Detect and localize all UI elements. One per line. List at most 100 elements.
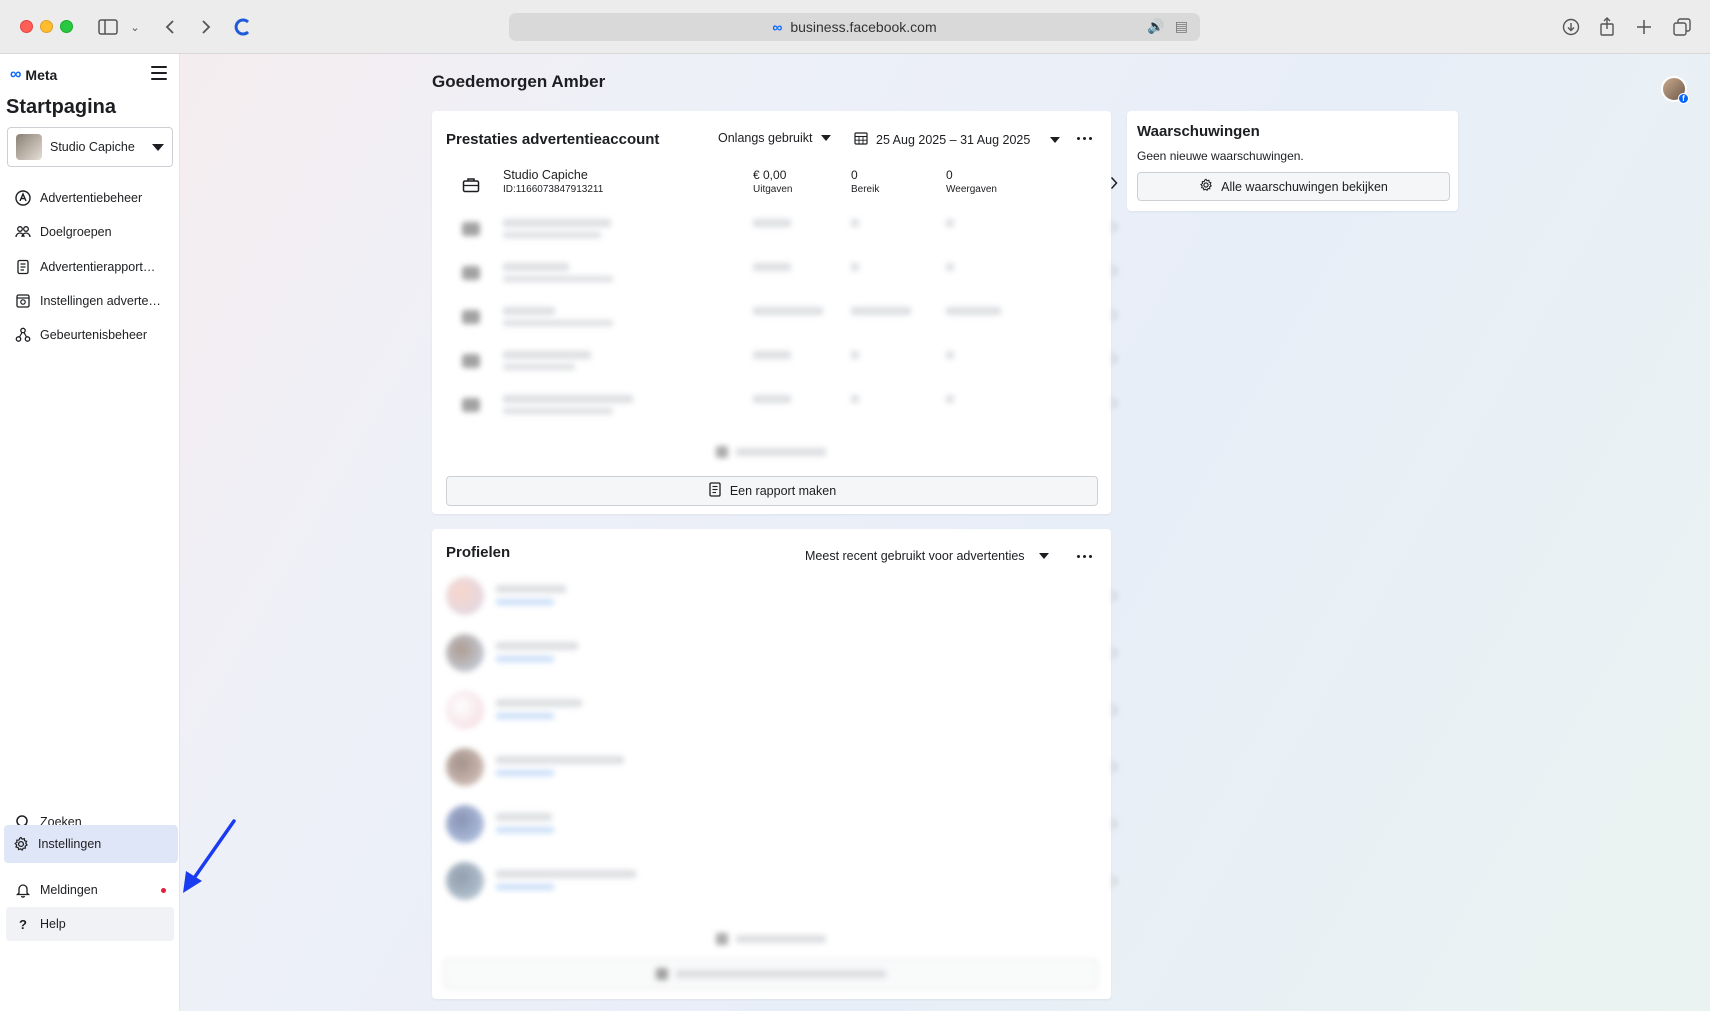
dropdown-label: Onlangs gebruikt bbox=[718, 131, 813, 145]
gear-icon bbox=[1199, 178, 1213, 195]
show-more-link[interactable] bbox=[716, 446, 826, 458]
notification-dot bbox=[161, 888, 166, 893]
ad-account-row[interactable] bbox=[446, 384, 1118, 424]
address-bar[interactable]: ∞ business.facebook.com 🔊 ▤ bbox=[509, 13, 1200, 41]
caret-down-icon bbox=[1038, 553, 1049, 559]
profiles-card: Profielen Meest recent gebruikt voor adv… bbox=[432, 529, 1118, 999]
date-range-picker[interactable]: 25 Aug 2025 – 31 Aug 2025 bbox=[854, 131, 1061, 148]
profile-sort-dropdown[interactable]: Meest recent gebruikt voor advertenties bbox=[805, 549, 1049, 563]
caret-down-icon bbox=[152, 143, 164, 151]
chevron-down-icon[interactable]: ⌄ bbox=[128, 14, 142, 40]
downloads-icon[interactable] bbox=[1560, 14, 1582, 40]
sidebar-item-label: Doelgroepen bbox=[40, 225, 112, 239]
create-report-button[interactable]: Een rapport maken bbox=[446, 476, 1098, 506]
meta-logo[interactable]: ∞ Meta bbox=[10, 66, 57, 84]
warnings-card: Waarschuwingen Geen nieuwe waarschuwinge… bbox=[1127, 111, 1458, 211]
events-manager-icon bbox=[14, 326, 32, 344]
ad-account-row[interactable] bbox=[446, 252, 1118, 292]
sidebar-item-label: Meldingen bbox=[40, 883, 98, 897]
menu-icon[interactable] bbox=[151, 66, 167, 80]
share-icon[interactable] bbox=[1596, 14, 1618, 40]
minimize-window-button[interactable] bbox=[40, 20, 53, 33]
ad-account-row[interactable] bbox=[446, 340, 1118, 380]
forward-button[interactable] bbox=[196, 14, 216, 40]
sidebar-item-label: Gebeurtenisbeheer bbox=[40, 328, 148, 342]
account-avatar bbox=[16, 134, 42, 160]
ad-settings-icon bbox=[14, 292, 32, 310]
reach-value: 0 bbox=[851, 168, 858, 182]
profile-row[interactable] bbox=[446, 799, 1118, 849]
reader-icon[interactable]: ▤ bbox=[1175, 18, 1188, 35]
view-all-in-settings-button[interactable] bbox=[444, 959, 1098, 989]
dropdown-label: Meest recent gebruikt voor advertenties bbox=[805, 549, 1025, 563]
profile-row[interactable] bbox=[446, 571, 1118, 621]
page-title: Startpagina bbox=[6, 96, 117, 118]
bell-icon bbox=[14, 881, 32, 899]
browser-toolbar: ⌄ ∞ business.facebook.com 🔊 ▤ bbox=[0, 0, 1710, 54]
gear-icon bbox=[12, 835, 30, 853]
recently-used-dropdown[interactable]: Onlangs gebruikt bbox=[718, 131, 831, 145]
caret-down-icon bbox=[1050, 136, 1061, 143]
more-options-icon[interactable] bbox=[1077, 555, 1092, 558]
sidebar-item-label: Advertentierapport… bbox=[40, 260, 156, 274]
spend-label: Uitgaven bbox=[753, 184, 793, 195]
caret-down-icon bbox=[820, 135, 831, 141]
show-more-link[interactable] bbox=[716, 933, 826, 945]
profile-row[interactable] bbox=[446, 628, 1118, 678]
date-range-label: 25 Aug 2025 – 31 Aug 2025 bbox=[876, 132, 1031, 147]
ad-account-row[interactable]: Studio Capiche ID:1166073847913211 € 0,0… bbox=[446, 164, 1118, 204]
close-window-button[interactable] bbox=[20, 20, 33, 33]
new-tab-icon[interactable] bbox=[1633, 14, 1655, 40]
user-avatar[interactable]: f bbox=[1661, 76, 1689, 104]
sidebar-item-ads-manager[interactable]: Advertentiebeheer bbox=[6, 181, 174, 215]
account-name: Studio Capiche bbox=[50, 140, 135, 154]
question-mark-icon: ? bbox=[19, 916, 27, 932]
sidebar-item-label: Instellingen bbox=[38, 837, 102, 851]
audio-icon[interactable]: 🔊 bbox=[1147, 18, 1164, 35]
zoom-window-button[interactable] bbox=[60, 20, 73, 33]
view-all-warnings-button[interactable]: Alle waarschuwingen bekijken bbox=[1137, 172, 1450, 201]
report-icon bbox=[708, 482, 722, 500]
profile-row[interactable] bbox=[446, 742, 1118, 792]
sidebar-item-events-manager[interactable]: Gebeurtenisbeheer bbox=[6, 318, 174, 352]
ads-manager-icon bbox=[14, 189, 32, 207]
sidebar-toggle-icon[interactable] bbox=[96, 14, 120, 40]
sidebar: ∞ Meta Startpagina Studio Capiche Advert… bbox=[0, 54, 180, 1011]
calendar-icon bbox=[854, 131, 868, 148]
account-id: ID:1166073847913211 bbox=[503, 184, 604, 195]
sidebar-item-ad-reports[interactable]: Advertentierapport… bbox=[6, 250, 174, 284]
extension-icon[interactable] bbox=[232, 14, 254, 40]
brand-label: Meta bbox=[25, 67, 58, 83]
ad-account-performance-card: Prestaties advertentieaccount Onlangs ge… bbox=[432, 111, 1118, 514]
sidebar-item-label: Advertentiebeheer bbox=[40, 191, 143, 205]
impressions-value: 0 bbox=[946, 168, 953, 182]
facebook-badge-icon: f bbox=[1678, 93, 1689, 104]
sidebar-item-label: Instellingen adverte… bbox=[40, 294, 161, 308]
meta-favicon-icon: ∞ bbox=[772, 19, 783, 35]
ad-account-row[interactable] bbox=[446, 296, 1118, 336]
sidebar-item-help[interactable]: ? Help bbox=[6, 907, 174, 941]
greeting: Goedemorgen Amber bbox=[432, 72, 606, 91]
chevron-right-icon bbox=[1110, 176, 1118, 195]
sidebar-item-notifications[interactable]: Meldingen bbox=[6, 873, 174, 907]
annotation-arrow bbox=[183, 819, 236, 893]
card-title: Prestaties advertentieaccount bbox=[446, 131, 660, 148]
reach-label: Bereik bbox=[851, 184, 880, 195]
ad-account-row[interactable] bbox=[446, 208, 1118, 248]
tab-overview-icon[interactable] bbox=[1671, 14, 1693, 40]
more-options-icon[interactable] bbox=[1077, 137, 1092, 140]
account-selector[interactable]: Studio Capiche bbox=[7, 127, 173, 167]
briefcase-icon bbox=[458, 172, 484, 198]
audiences-icon bbox=[14, 223, 32, 241]
sidebar-item-ad-settings[interactable]: Instellingen adverte… bbox=[6, 284, 174, 318]
sidebar-item-settings[interactable]: Instellingen bbox=[4, 825, 178, 863]
back-button[interactable] bbox=[160, 14, 180, 40]
no-warnings-text: Geen nieuwe waarschuwingen. bbox=[1137, 149, 1304, 163]
profile-row[interactable] bbox=[446, 685, 1118, 735]
meta-infinity-icon: ∞ bbox=[10, 66, 22, 83]
card-title: Profielen bbox=[446, 544, 511, 561]
profile-row[interactable] bbox=[446, 856, 1118, 906]
sidebar-item-label: Help bbox=[40, 917, 66, 931]
sidebar-item-audiences[interactable]: Doelgroepen bbox=[6, 215, 174, 249]
ad-reports-icon bbox=[14, 258, 32, 276]
